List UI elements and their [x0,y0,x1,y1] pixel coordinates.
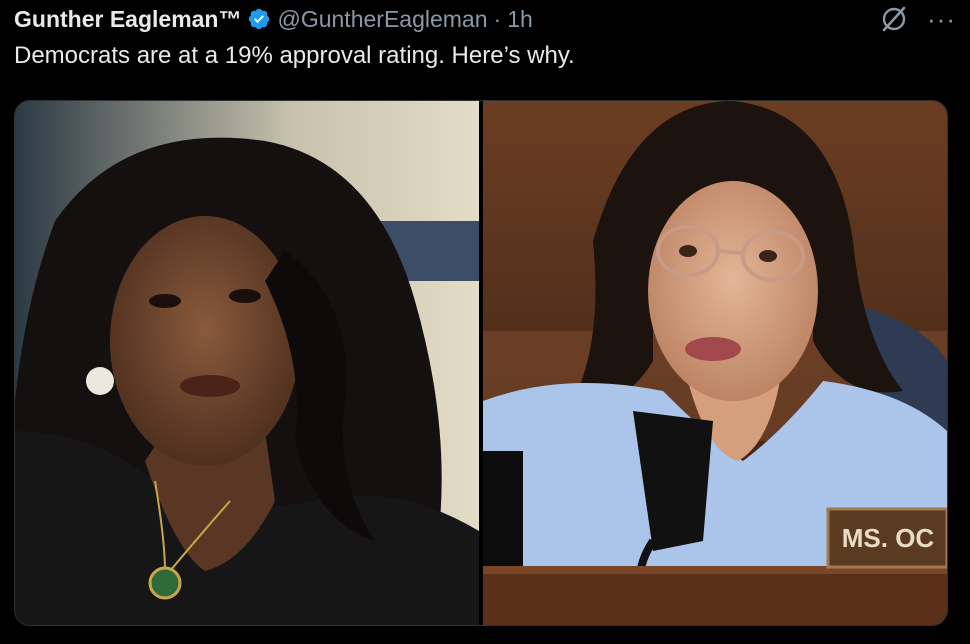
nameplate-text: MS. OC [842,523,935,553]
verified-badge-icon [247,7,271,31]
grok-icon[interactable] [877,2,911,36]
photo-left[interactable] [15,101,479,625]
tweet-text: Democrats are at a 19% approval rating. … [14,42,575,69]
timestamp[interactable]: 1h [507,6,533,33]
tweet-media[interactable]: MS. OC [14,100,948,626]
author-handle[interactable]: @GuntherEagleman [277,6,487,33]
photo-right[interactable]: MS. OC [483,101,947,625]
more-options-icon[interactable]: ··· [927,6,956,32]
separator-dot: · [493,5,502,32]
author-name[interactable]: Gunther Eagleman™ [14,6,241,33]
tweet-tools: ··· [877,2,956,36]
tweet-header: Gunther Eagleman™ @GuntherEagleman · 1h [14,4,533,34]
